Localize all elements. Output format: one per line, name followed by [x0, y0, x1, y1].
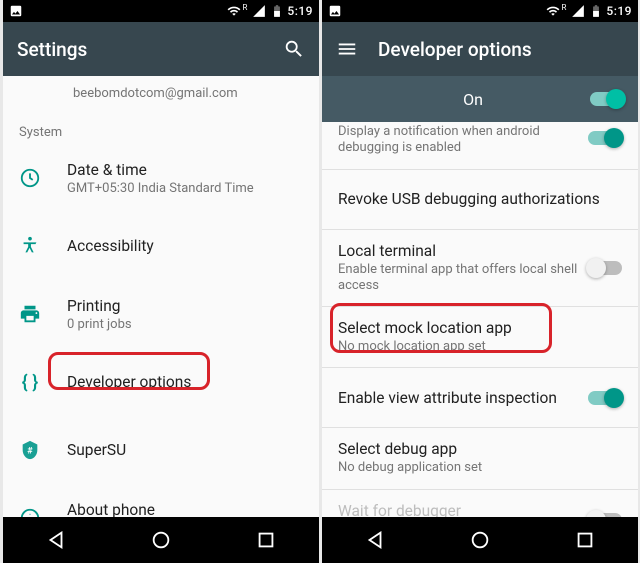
dev-item-mock-location[interactable]: Select mock location app No mock locatio… — [322, 307, 638, 368]
settings-item-sub: 0 print jobs — [67, 317, 132, 332]
dev-item-title: Local terminal — [338, 242, 578, 260]
dev-item-revoke-usb[interactable]: Revoke USB debugging authorizations — [322, 170, 638, 230]
roaming-indicator: R — [242, 3, 247, 12]
image-icon — [9, 4, 23, 18]
settings-item-title: Accessibility — [67, 237, 154, 255]
dev-item-view-attribute[interactable]: Enable view attribute inspection — [322, 368, 638, 428]
info-icon — [19, 507, 41, 517]
settings-item-title: Developer options — [67, 373, 191, 391]
image-icon — [328, 4, 342, 18]
roaming-indicator: R — [561, 3, 566, 12]
settings-item-supersu[interactable]: # SuperSU — [3, 416, 319, 484]
toggle-switch — [588, 513, 622, 517]
settings-item-developer-options[interactable]: { } Developer options — [3, 348, 319, 416]
signal-icon — [571, 4, 585, 18]
settings-item-title: Printing — [67, 297, 132, 315]
search-icon[interactable] — [283, 38, 305, 60]
toggle-switch[interactable] — [588, 391, 622, 405]
recents-icon[interactable] — [574, 529, 596, 551]
clock: 5:19 — [606, 4, 632, 18]
dev-item-title: Select mock location app — [338, 319, 622, 337]
wifi-icon — [546, 4, 560, 18]
nav-bar — [322, 517, 638, 563]
master-switch-label: On — [336, 90, 590, 109]
back-icon[interactable] — [45, 529, 67, 551]
home-icon[interactable] — [469, 529, 491, 551]
phone-settings: R 5:19 Settings beebomdotcom@gmail.com S… — [3, 0, 319, 563]
dev-item-title: Enable view attribute inspection — [338, 389, 578, 407]
nav-bar — [3, 517, 319, 563]
master-switch-row[interactable]: On — [322, 76, 638, 122]
master-switch[interactable] — [590, 92, 624, 106]
dev-item-local-terminal[interactable]: Local terminal Enable terminal app that … — [322, 230, 638, 308]
dev-item-adb-notification[interactable]: ADB notification Display a notification … — [322, 122, 638, 170]
account-email[interactable]: beebomdotcom@gmail.com — [3, 76, 319, 115]
toggle-switch[interactable] — [588, 261, 622, 275]
hamburger-icon[interactable] — [336, 38, 358, 60]
clock-icon — [19, 167, 41, 189]
recents-icon[interactable] — [255, 529, 277, 551]
developer-toolbar: Developer options — [322, 22, 638, 76]
dev-item-title: Wait for debugger — [338, 502, 578, 518]
printer-icon — [19, 303, 41, 325]
hash-icon: # — [19, 439, 41, 461]
dev-item-debug-app[interactable]: Select debug app No debug application se… — [322, 428, 638, 489]
back-icon[interactable] — [364, 529, 386, 551]
accessibility-icon — [19, 235, 41, 257]
dev-item-sub: Enable terminal app that offers local sh… — [338, 262, 578, 295]
settings-item-title: SuperSU — [67, 441, 126, 459]
settings-item-about-phone[interactable]: About phone Android 7.0 — [3, 484, 319, 517]
settings-item-printing[interactable]: Printing 0 print jobs — [3, 280, 319, 348]
page-title: Settings — [17, 38, 263, 61]
status-bar: R 5:19 — [322, 0, 638, 22]
dev-item-sub: Display a notification when android debu… — [338, 124, 578, 157]
battery-icon — [270, 4, 284, 18]
dev-item-sub: No debug application set — [338, 460, 622, 476]
dev-item-wait-debugger: Wait for debugger Debugged application w… — [322, 490, 638, 518]
wifi-icon — [227, 4, 241, 18]
settings-item-date-time[interactable]: Date & time GMT+05:30 India Standard Tim… — [3, 144, 319, 212]
braces-icon: { } — [19, 371, 41, 393]
svg-text:#: # — [27, 447, 33, 457]
battery-icon — [589, 4, 603, 18]
toggle-switch[interactable] — [588, 131, 622, 145]
clock: 5:19 — [287, 4, 313, 18]
page-title: Developer options — [378, 38, 624, 61]
dev-item-sub: No mock location app set — [338, 339, 622, 355]
phone-developer-options: R 5:19 Developer options On ADB notifica… — [322, 0, 638, 563]
settings-item-accessibility[interactable]: Accessibility — [3, 212, 319, 280]
dev-item-title: Revoke USB debugging authorizations — [338, 190, 622, 208]
signal-icon — [252, 4, 266, 18]
settings-item-title: Date & time — [67, 161, 254, 179]
home-icon[interactable] — [150, 529, 172, 551]
category-system: System — [3, 115, 319, 144]
settings-toolbar: Settings — [3, 22, 319, 76]
settings-item-title: About phone — [67, 501, 155, 518]
settings-item-sub: GMT+05:30 India Standard Time — [67, 181, 254, 196]
dev-item-title: Select debug app — [338, 440, 622, 458]
status-bar: R 5:19 — [3, 0, 319, 22]
